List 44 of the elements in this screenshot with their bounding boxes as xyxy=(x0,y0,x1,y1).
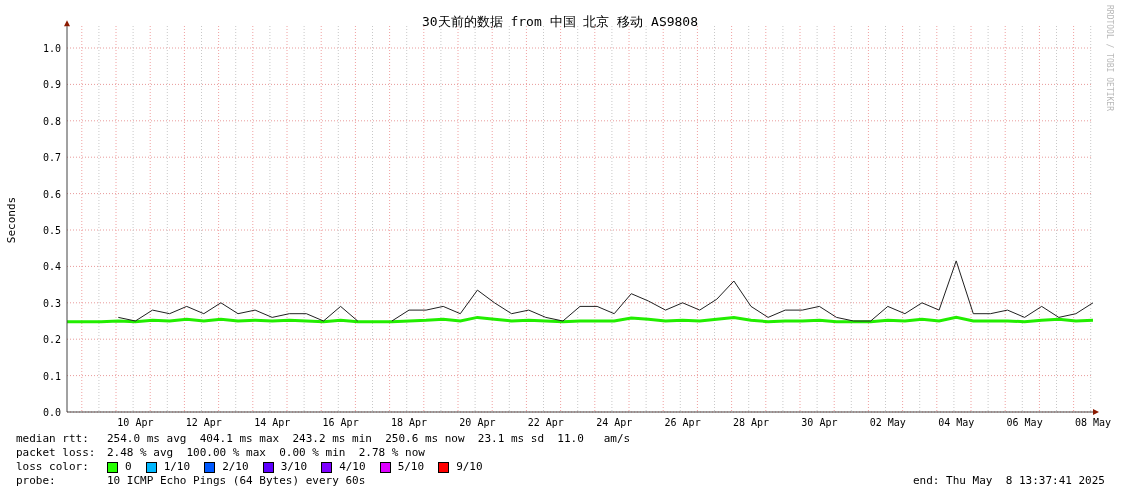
tick-label: 30 Apr xyxy=(801,417,838,428)
tick-label: 0.6 xyxy=(42,188,61,200)
tick-label: 22 Apr xyxy=(527,417,564,428)
legend-value: 10 ICMP Echo Pings (64 Bytes) every 60s xyxy=(107,474,366,488)
watermark: RRDTOOL / TOBI OETIKER xyxy=(1105,5,1114,111)
legend-label: probe: xyxy=(16,474,57,488)
tick-label: 0.7 xyxy=(42,152,61,164)
tick-label: 24 Apr xyxy=(596,417,633,428)
legend-label: median rtt: xyxy=(16,432,90,446)
tick-label: 0.9 xyxy=(42,79,61,91)
tick-label: 16 Apr xyxy=(322,417,359,428)
tick-label: 12 Apr xyxy=(185,417,222,428)
tick-label: 06 May xyxy=(1006,417,1043,428)
legend-label: 0 xyxy=(125,460,132,474)
chart-title: 30天前的数据 from 中国 北京 移动 AS9808 xyxy=(421,14,699,29)
tick-label: 04 May xyxy=(938,417,975,428)
tick-label: 0.8 xyxy=(42,115,61,127)
tick-label: 1.0 xyxy=(42,43,61,54)
legend-label: 1/10 xyxy=(163,460,191,474)
legend-value: 2.48 % avg 100.00 % max 0.00 % min 2.78 % now xyxy=(107,446,425,460)
tick-label: 0.5 xyxy=(42,225,61,236)
legend-label: 9/10 xyxy=(456,460,483,474)
tick-label: 0.4 xyxy=(42,261,61,273)
tick-label: 10 Apr xyxy=(117,417,154,428)
tick-label: 28 Apr xyxy=(732,417,770,428)
legend-label: 2/10 xyxy=(222,460,249,474)
legend-label: 3/10 xyxy=(280,460,308,474)
tick-label: 18 Apr xyxy=(390,417,428,428)
tick-label: 02 May xyxy=(869,417,906,428)
tick-label: 20 Apr xyxy=(459,417,496,428)
tick-label: 14 Apr xyxy=(254,417,291,428)
legend-value: 254.0 ms avg 404.1 ms max 243.2 ms min 250.6 ms now 23.1 ms sd 11.0 am/s xyxy=(107,432,631,446)
tick-label: 0.3 xyxy=(42,297,61,309)
tick-label: 08 May xyxy=(1074,417,1112,428)
legend-label: packet loss: xyxy=(16,446,97,460)
tick-label: 0.0 xyxy=(42,407,61,418)
end-time: end: Thu May 8 13:37:41 2025 xyxy=(912,474,1105,488)
legend-label: 5/10 xyxy=(397,460,425,474)
legend-label: loss color: xyxy=(16,460,90,474)
tick-label: 0.2 xyxy=(42,334,61,346)
tick-label: 0.1 xyxy=(42,370,61,382)
axis-title: Seconds xyxy=(5,196,18,244)
tick-label: 26 Apr xyxy=(664,417,701,428)
legend-label: 4/10 xyxy=(339,460,366,474)
